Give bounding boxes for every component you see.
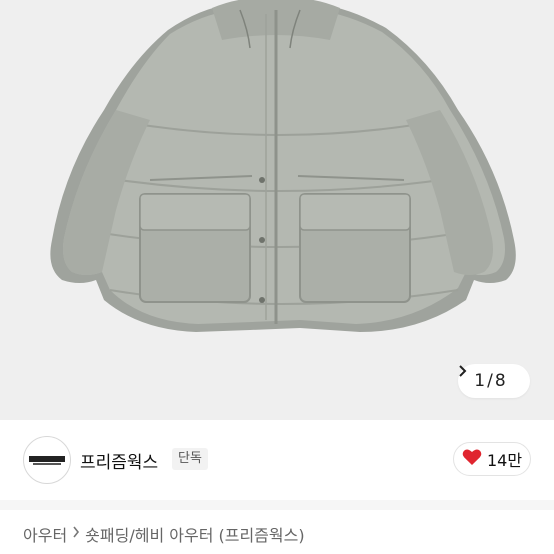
breadcrumb-category[interactable]: 아우터 [23,522,67,546]
brand-logo[interactable] [23,436,71,484]
product-image [50,0,516,332]
breadcrumb: 아우터 숏패딩/헤비 아우터 (프리즘웍스) [23,522,305,546]
section-divider [0,500,554,510]
image-counter-total: 8 [494,371,506,391]
breadcrumb-subcategory[interactable]: 숏패딩/헤비 아우터 (프리즘웍스) [85,522,304,546]
heart-icon [462,448,482,470]
like-count: 14만 [486,451,523,470]
image-counter[interactable]: 1 / 8 [458,364,530,398]
image-counter-separator: / [487,371,493,391]
like-button[interactable]: 14만 [453,442,531,476]
product-image-gallery[interactable]: 1 / 8 [0,0,554,420]
brand-name[interactable]: 프리즘웍스 [80,448,158,473]
brand-logo-mark [29,456,65,465]
image-counter-current: 1 [474,371,486,391]
exclusive-badge: 단독 [172,448,208,470]
chevron-right-icon [72,526,80,542]
